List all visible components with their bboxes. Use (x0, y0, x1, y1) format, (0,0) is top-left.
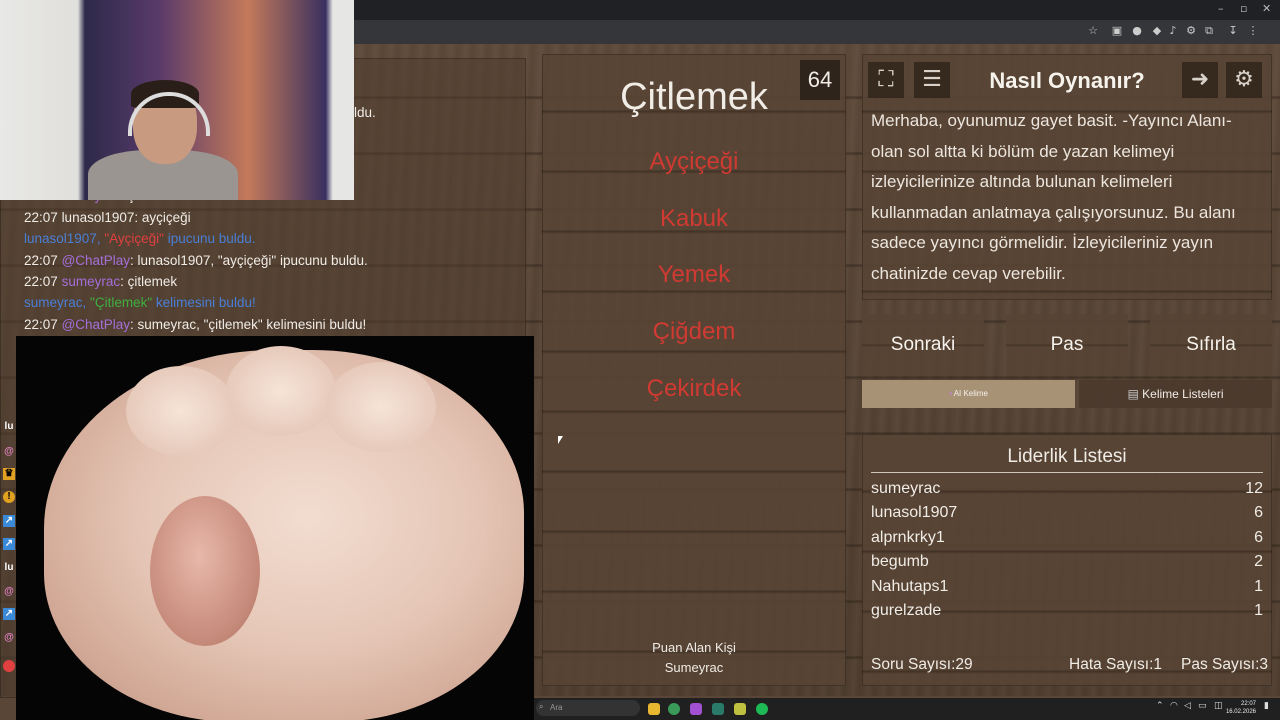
banned-word: Yemek (657, 261, 731, 288)
reset-button[interactable]: Sıfırla (1150, 314, 1272, 376)
pass-button[interactable]: Pas (1006, 314, 1128, 376)
taskbar-clock[interactable]: 22:07 16.02.2026 (1226, 700, 1256, 716)
crown-icon: ♛ (3, 468, 15, 480)
extension-icon[interactable]: ◆ (1150, 24, 1164, 38)
chat-message: 22:07 sumeyrac: çitlemek (24, 274, 178, 289)
pin-icon: ↗ (3, 538, 15, 550)
app-icon[interactable] (734, 703, 746, 715)
how-to-play-panel: ⛶ ☰ Nasıl Oynanır? ➜ ⚙ Merhaba, oyunumuz… (862, 54, 1272, 300)
error-count: Hata Sayısı:1 (1069, 656, 1163, 673)
extension-icon[interactable]: ▣ (1110, 24, 1124, 38)
next-button[interactable]: Sonraki (862, 314, 984, 376)
chat-edge-text: @ (4, 632, 14, 643)
list-icon: ▤ (1127, 387, 1139, 401)
extension-icon[interactable]: ● (1130, 24, 1144, 38)
tab-lists-label: Kelime Listeleri (1142, 387, 1224, 401)
chat-system-message: sumeyrac, "Çitlemek" kelimesini buldu! (24, 295, 256, 310)
bookmark-star-icon[interactable]: ☆ (1086, 24, 1100, 38)
chat-message: 22:07 @ChatPlay: sumeyrac, "çitlemek" ke… (24, 317, 367, 332)
banned-word: Çekirdek (646, 375, 742, 402)
banned-word: Çiğdem (652, 318, 736, 345)
thumb (150, 496, 260, 646)
leaderboard-title: Liderlik Listesi (1007, 446, 1127, 467)
taskbar: Ara ⌕ ⌃ ◠ ◁ ▭ ◫ 22:07 16.02.2026 ▮ (534, 698, 1280, 720)
hand-camera (16, 336, 534, 720)
word-panel: Çitlemek 64 Ayçiçeği Kabuk Yemek Çiğdem … (542, 54, 846, 686)
chat-edge-text: lu (4, 421, 14, 432)
tab-word-lists[interactable]: ▤ Kelime Listeleri (1079, 380, 1272, 408)
chat-edge-text: @ (4, 586, 14, 597)
wifi-icon[interactable]: ◠ (1170, 701, 1178, 711)
chat-partial-text: ldu. (354, 105, 376, 120)
tray-icon[interactable]: ◫ (1214, 701, 1223, 711)
chat-system-message: lunasol1907, "Ayçiçeği" ipucunu buldu. (24, 231, 256, 246)
info-icon: ! (3, 491, 15, 503)
leaderboard-panel: Liderlik Listesi sumeyrac 12 lunasol1907 6… (862, 434, 1272, 686)
menu-dots-icon[interactable]: ⋮ (1246, 24, 1260, 38)
app-icon[interactable] (712, 703, 724, 715)
extension-icon[interactable]: ♪ (1166, 24, 1180, 38)
avatar (3, 660, 15, 672)
question-count: Soru Sayısı:29 (871, 656, 973, 673)
streamer-webcam (0, 0, 354, 200)
tray-icon[interactable]: ▭ (1198, 701, 1207, 711)
logout-icon[interactable]: ➜ (1182, 62, 1218, 98)
mouse-cursor (558, 436, 563, 444)
scorer-label: Puan Alan Kişi (652, 640, 736, 655)
chat-edge-text: @ (4, 446, 14, 457)
maximize-icon[interactable]: ▫ (1240, 2, 1247, 15)
pin-icon: ↗ (3, 515, 15, 527)
how-to-play-text: Merhaba, oyunumuz gayet basit. -Yayıncı … (871, 111, 1236, 283)
tab-ai-word[interactable]: ▪ AI Kelime (862, 380, 1075, 408)
chevron-up-icon[interactable]: ⌃ (1156, 701, 1164, 711)
app-icon[interactable] (690, 703, 702, 715)
scorer-name: Sumeyrac (664, 660, 724, 675)
knuckle (126, 366, 236, 456)
search-icon: ⌕ (539, 702, 544, 711)
tab-ai-label: AI Kelime (953, 389, 988, 398)
timer-counter: 64 (800, 60, 840, 100)
knuckle (226, 346, 336, 436)
knuckle (326, 362, 436, 452)
pass-count: Pas Sayısı:3 (1181, 656, 1269, 673)
gear-icon[interactable]: ⚙ (1226, 62, 1262, 98)
taskbar-search[interactable]: Ara (536, 700, 640, 716)
banned-word: Ayçiçeği (649, 148, 739, 175)
clock-date: 16.02.2026 (1225, 709, 1256, 715)
robot-icon: ▪ (949, 389, 952, 398)
chat-edge-text: lu (4, 562, 14, 573)
clock-time: 22:07 (1240, 701, 1256, 707)
minimize-icon[interactable]: – (1218, 2, 1224, 15)
notification-icon[interactable]: ▮ (1264, 701, 1269, 711)
puzzle-icon[interactable]: ⧉ (1202, 24, 1216, 38)
extension-icon[interactable]: ⚙ (1184, 24, 1198, 38)
download-icon[interactable]: ↧ (1226, 24, 1240, 38)
banned-word: Kabuk (659, 205, 729, 232)
close-icon[interactable]: ✕ (1262, 2, 1271, 15)
folder-icon[interactable] (648, 703, 660, 715)
chat-message: 22:07 @ChatPlay: lunasol1907, "ayçiçeği"… (24, 253, 368, 268)
spotify-icon[interactable] (756, 703, 768, 715)
divider (871, 472, 1263, 473)
volume-icon[interactable]: ◁ (1184, 701, 1191, 711)
pin-icon: ↗ (3, 608, 15, 620)
chrome-icon[interactable] (668, 703, 680, 715)
chat-message: 22:07 lunasol1907: ayçiçeği (24, 210, 191, 225)
